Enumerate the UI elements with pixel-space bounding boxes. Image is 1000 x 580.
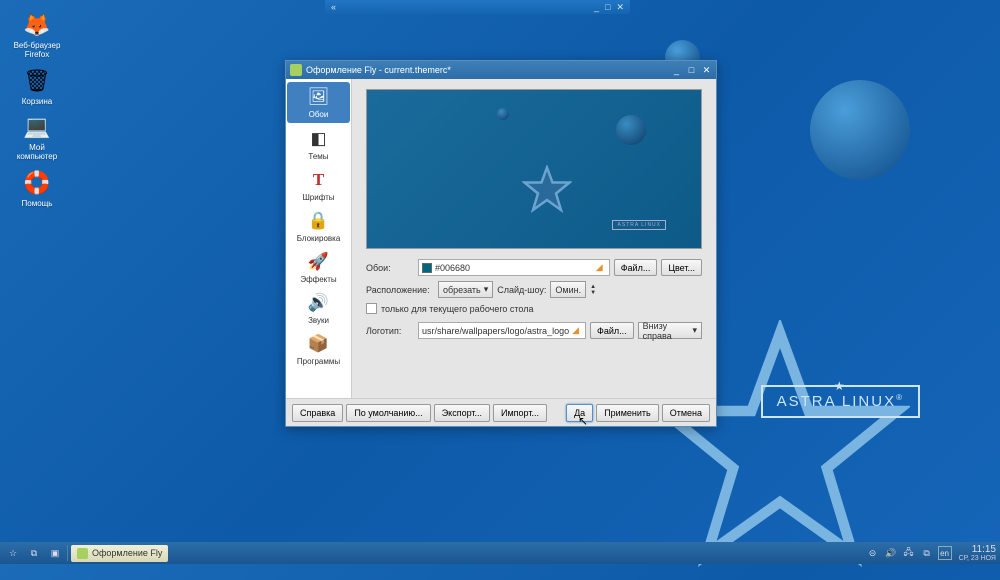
maximize-icon[interactable]: □ bbox=[686, 65, 697, 76]
spinner-down-icon[interactable]: ▼ bbox=[590, 290, 596, 296]
dialog-sidebar: 🖼 Обои◧ ТемыT Шрифты🔒 Блокировка🚀 Эффект… bbox=[286, 79, 352, 398]
current-desktop-checkbox[interactable] bbox=[366, 303, 377, 314]
logo-file-button[interactable]: Файл... bbox=[590, 322, 634, 339]
top-panel: « _ □ ✕ bbox=[325, 0, 630, 14]
minimize-icon[interactable]: _ bbox=[671, 65, 682, 76]
appearance-dialog: Оформление Fly - current.themerc* _ □ ✕ … bbox=[285, 60, 717, 427]
top-bar-chevron-icon[interactable]: « bbox=[331, 2, 336, 12]
effects-icon: 🚀 bbox=[308, 251, 330, 273]
start-button[interactable]: ☆ bbox=[4, 544, 22, 562]
icon-label: Помощь bbox=[22, 200, 53, 209]
logo-path-input[interactable]: usr/share/wallpapers/logo/astra_logo ◢ bbox=[418, 322, 586, 339]
close-icon[interactable]: ✕ bbox=[701, 65, 712, 76]
checkbox-label: только для текущего рабочего стола bbox=[381, 304, 534, 314]
display-icon[interactable]: ⧉ bbox=[920, 546, 934, 560]
sidebar-item-label: Блокировка bbox=[297, 234, 341, 243]
cancel-button[interactable]: Отмена bbox=[662, 404, 710, 422]
sidebar-item-wallpaper[interactable]: 🖼 Обои bbox=[287, 82, 350, 123]
sidebar-item-label: Темы bbox=[308, 152, 328, 161]
taskbar-app-button[interactable]: Оформление Fly bbox=[71, 545, 168, 562]
desktop-sphere bbox=[810, 80, 910, 180]
logo-position-select[interactable]: Внизу справа▾ bbox=[638, 322, 702, 339]
sidebar-item-programs[interactable]: 📦 Программы bbox=[286, 329, 351, 370]
themes-icon: ◧ bbox=[308, 128, 330, 150]
file-manager-button[interactable]: ▣ bbox=[46, 544, 64, 562]
sidebar-item-themes[interactable]: ◧ Темы bbox=[286, 124, 351, 165]
icon-label: Веб-браузерFirefox bbox=[14, 42, 61, 60]
desktop-icon-help[interactable]: 🛟 Помощь bbox=[8, 168, 66, 209]
trash-icon: 🗑 bbox=[22, 66, 52, 96]
sidebar-item-label: Эффекты bbox=[300, 275, 336, 284]
sidebar-item-sounds[interactable]: 🔊 Звуки bbox=[286, 288, 351, 329]
help-icon: 🛟 bbox=[22, 168, 52, 198]
network-icon[interactable]: 🖧 bbox=[902, 546, 916, 560]
export-button[interactable]: Экспорт... bbox=[434, 404, 490, 422]
accessibility-icon[interactable]: ⊝ bbox=[866, 546, 880, 560]
dialog-footer: Справка По умолчанию... Экспорт... Импор… bbox=[286, 398, 716, 426]
layout-label: Расположение: bbox=[366, 285, 434, 295]
slideshow-label: Слайд-шоу: bbox=[497, 285, 546, 295]
dialog-content: ASTRA LINUX Обои: #006680 ◢ Файл... Цвет… bbox=[352, 79, 716, 398]
taskbar: ☆ ⧉ ▣ Оформление Fly ⊝ 🔊 🖧 ⧉ en 11:15 СР… bbox=[0, 542, 1000, 564]
app-icon bbox=[77, 548, 88, 559]
show-desktop-button[interactable]: ⧉ bbox=[25, 544, 43, 562]
badge-star-icon: ★ bbox=[834, 379, 847, 393]
logo-label: Логотип: bbox=[366, 326, 414, 336]
lock-icon: 🔒 bbox=[308, 210, 330, 232]
color-swatch-icon bbox=[422, 263, 432, 273]
dialog-titlebar[interactable]: Оформление Fly - current.themerc* _ □ ✕ bbox=[286, 61, 716, 79]
programs-icon: 📦 bbox=[308, 333, 330, 355]
top-minimize-icon[interactable]: _ bbox=[594, 2, 599, 13]
volume-icon[interactable]: 🔊 bbox=[884, 546, 898, 560]
layout-select[interactable]: обрезать▾ bbox=[438, 281, 493, 298]
help-button[interactable]: Справка bbox=[292, 404, 343, 422]
dialog-title: Оформление Fly - current.themerc* bbox=[306, 65, 671, 75]
icon-label: Мойкомпьютер bbox=[17, 144, 57, 162]
top-maximize-icon[interactable]: □ bbox=[605, 2, 610, 13]
slideshow-select[interactable]: Омин. bbox=[550, 281, 586, 298]
sidebar-item-lock[interactable]: 🔒 Блокировка bbox=[286, 206, 351, 247]
desktop-icon-firefox[interactable]: 🦊 Веб-браузерFirefox bbox=[8, 10, 66, 60]
sidebar-item-label: Звуки bbox=[308, 316, 329, 325]
sidebar-item-label: Шрифты bbox=[302, 193, 334, 202]
file-button[interactable]: Файл... bbox=[614, 259, 658, 276]
clear-icon[interactable]: ◢ bbox=[572, 325, 579, 336]
color-button[interactable]: Цвет... bbox=[661, 259, 702, 276]
icon-label: Корзина bbox=[22, 98, 52, 107]
wallpaper-preview: ASTRA LINUX bbox=[366, 89, 702, 249]
desktop-icon-my-computer[interactable]: 💻 Мойкомпьютер bbox=[8, 112, 66, 162]
wallpaper-icon: 🖼 bbox=[308, 86, 330, 108]
ok-button[interactable]: Да bbox=[566, 404, 593, 422]
sidebar-item-label: Программы bbox=[297, 357, 340, 366]
sidebar-item-effects[interactable]: 🚀 Эффекты bbox=[286, 247, 351, 288]
top-close-icon[interactable]: ✕ bbox=[616, 2, 624, 13]
my-computer-icon: 💻 bbox=[22, 112, 52, 142]
dialog-app-icon bbox=[290, 64, 302, 76]
sidebar-item-label: Обои bbox=[309, 110, 329, 119]
import-button[interactable]: Импорт... bbox=[493, 404, 547, 422]
fonts-icon: T bbox=[308, 169, 330, 191]
clear-icon[interactable]: ◢ bbox=[596, 262, 603, 273]
wallpaper-field-label: Обои: bbox=[366, 263, 414, 273]
sidebar-item-fonts[interactable]: T Шрифты bbox=[286, 165, 351, 206]
default-button[interactable]: По умолчанию... bbox=[346, 404, 430, 422]
wallpaper-color-input[interactable]: #006680 ◢ bbox=[418, 259, 610, 276]
taskbar-clock[interactable]: 11:15 СР, 23 НОЯ bbox=[955, 545, 996, 562]
keyboard-layout[interactable]: en bbox=[938, 546, 952, 560]
desktop-icon-trash[interactable]: 🗑 Корзина bbox=[8, 66, 66, 107]
firefox-icon: 🦊 bbox=[22, 10, 52, 40]
chevron-down-icon: ▾ bbox=[692, 325, 697, 336]
sounds-icon: 🔊 bbox=[308, 292, 330, 314]
astra-linux-badge: ★ ASTRA LINUX® bbox=[761, 385, 920, 418]
chevron-down-icon: ▾ bbox=[484, 284, 489, 295]
apply-button[interactable]: Применить bbox=[596, 404, 659, 422]
